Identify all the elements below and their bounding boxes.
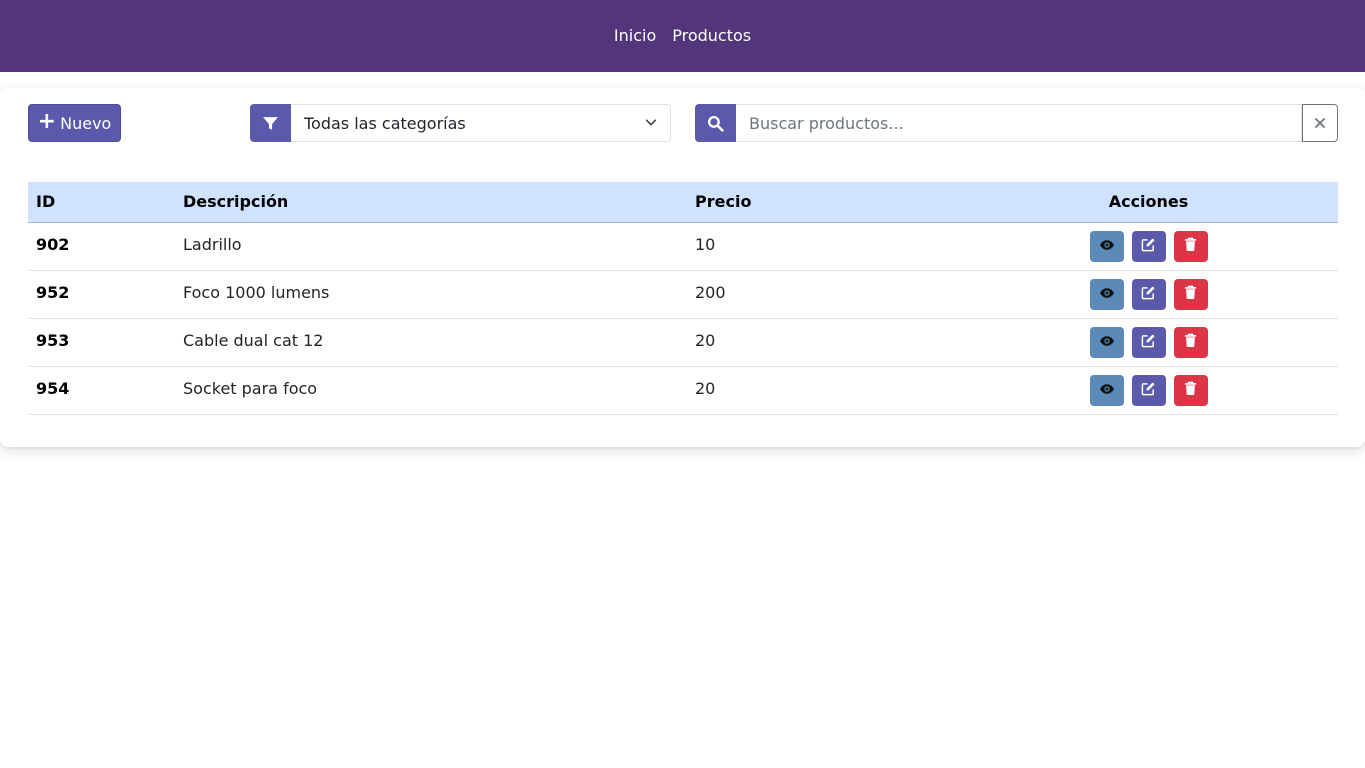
delete-button[interactable]	[1173, 230, 1208, 262]
search-icon	[695, 104, 736, 142]
trash-icon	[1184, 333, 1197, 351]
products-table: ID Descripción Precio Acciones 902 Ladri…	[28, 182, 1338, 415]
cell-price: 20	[687, 318, 959, 367]
cell-id: 953	[28, 318, 175, 367]
trash-icon	[1184, 237, 1197, 255]
search-input[interactable]	[736, 104, 1302, 142]
table-row: 953 Cable dual cat 12 20	[28, 318, 1338, 367]
cell-id: 952	[28, 270, 175, 319]
edit-button[interactable]	[1131, 374, 1166, 406]
cell-price: 10	[687, 222, 959, 271]
nav-link-inicio[interactable]: Inicio	[606, 0, 664, 72]
eye-icon	[1099, 381, 1115, 400]
cell-description: Ladrillo	[175, 222, 687, 271]
new-product-label: Nuevo	[60, 113, 112, 133]
cell-description: Socket para foco	[175, 366, 687, 415]
table-row: 902 Ladrillo 10	[28, 222, 1338, 271]
category-select[interactable]: Todas las categorías	[291, 104, 671, 142]
cell-price: 20	[687, 366, 959, 415]
eye-icon	[1099, 333, 1115, 352]
table-row: 954 Socket para foco 20	[28, 366, 1338, 415]
eye-icon	[1099, 285, 1115, 304]
view-button[interactable]	[1089, 278, 1124, 310]
table-header-row: ID Descripción Precio Acciones	[28, 182, 1338, 223]
header-price: Precio	[687, 182, 959, 223]
view-button[interactable]	[1089, 230, 1124, 262]
cell-description: Cable dual cat 12	[175, 318, 687, 367]
edit-button[interactable]	[1131, 326, 1166, 358]
edit-icon	[1141, 285, 1156, 303]
eye-icon	[1099, 237, 1115, 256]
cell-id: 902	[28, 222, 175, 271]
header-actions: Acciones	[959, 182, 1338, 223]
delete-button[interactable]	[1173, 326, 1208, 358]
table-row: 952 Foco 1000 lumens 200	[28, 270, 1338, 319]
edit-icon	[1141, 237, 1156, 255]
view-button[interactable]	[1089, 374, 1124, 406]
filter-icon	[250, 104, 291, 142]
category-selected-value: Todas las categorías	[304, 113, 466, 133]
nav-link-productos[interactable]: Productos	[664, 0, 759, 72]
header-id: ID	[28, 182, 175, 223]
top-navbar: Inicio Productos	[0, 0, 1365, 72]
products-card: + Nuevo Todas las categorías ID Desc	[0, 88, 1365, 447]
trash-icon	[1184, 285, 1197, 303]
category-filter: Todas las categorías	[250, 104, 671, 142]
cell-id: 954	[28, 366, 175, 415]
delete-button[interactable]	[1173, 374, 1208, 406]
cell-actions	[959, 222, 1338, 271]
edit-button[interactable]	[1131, 230, 1166, 262]
cell-actions	[959, 270, 1338, 319]
clear-search-button[interactable]	[1302, 104, 1338, 142]
cell-description: Foco 1000 lumens	[175, 270, 687, 319]
edit-icon	[1141, 381, 1156, 399]
chevron-down-icon	[644, 114, 658, 133]
cell-actions	[959, 366, 1338, 415]
header-description: Descripción	[175, 182, 687, 223]
view-button[interactable]	[1089, 326, 1124, 358]
cell-price: 200	[687, 270, 959, 319]
new-product-button[interactable]: + Nuevo	[28, 104, 121, 142]
delete-button[interactable]	[1173, 278, 1208, 310]
close-icon	[1314, 114, 1326, 133]
product-search	[695, 104, 1338, 142]
edit-icon	[1141, 333, 1156, 351]
trash-icon	[1184, 381, 1197, 399]
edit-button[interactable]	[1131, 278, 1166, 310]
cell-actions	[959, 318, 1338, 367]
plus-icon: +	[37, 109, 57, 134]
